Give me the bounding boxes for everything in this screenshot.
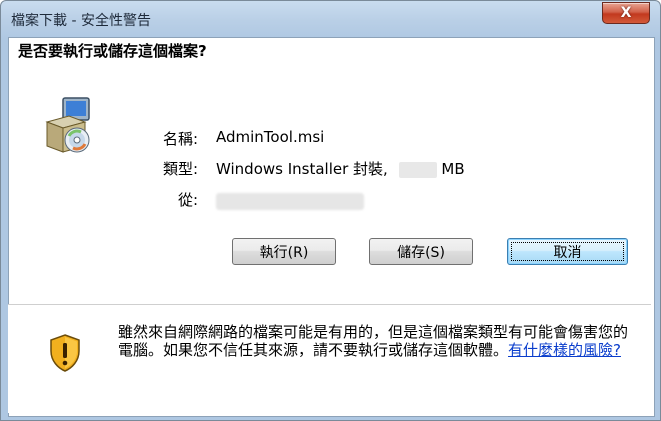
size-unit: MB	[441, 160, 465, 178]
save-button[interactable]: 儲存(S)	[369, 238, 473, 265]
type-text: Windows Installer 封裝,	[216, 160, 388, 178]
type-label: 類型:	[162, 160, 198, 178]
focus-rectangle	[511, 242, 624, 261]
from-value-redaction	[216, 193, 364, 210]
type-value: Windows Installer 封裝, MB	[216, 158, 465, 179]
warning-footer	[8, 305, 651, 413]
installer-package-icon	[45, 97, 90, 153]
size-redaction	[398, 161, 437, 178]
name-value: AdminTool.msi	[216, 128, 325, 146]
window-title: 檔案下載 - 安全性警告	[11, 13, 151, 29]
cancel-button[interactable]: 取消	[507, 238, 628, 265]
title-bar[interactable]: 檔案下載 - 安全性警告 X	[1, 1, 660, 37]
close-icon: X	[620, 5, 632, 21]
security-shield-warning-icon	[50, 334, 80, 372]
risk-info-link[interactable]: 有什麼樣的風險?	[508, 341, 621, 359]
security-warning-text: 雖然來自網際網路的檔案可能是有用的，但是這個檔案類型有可能會傷害您的電腦。如果您…	[118, 323, 638, 359]
from-label: 從:	[177, 191, 198, 209]
dialog-question: 是否要執行或儲存這個檔案?	[18, 42, 207, 60]
run-button[interactable]: 執行(R)	[232, 238, 336, 265]
close-button[interactable]: X	[602, 2, 650, 24]
name-label: 名稱:	[162, 130, 198, 148]
